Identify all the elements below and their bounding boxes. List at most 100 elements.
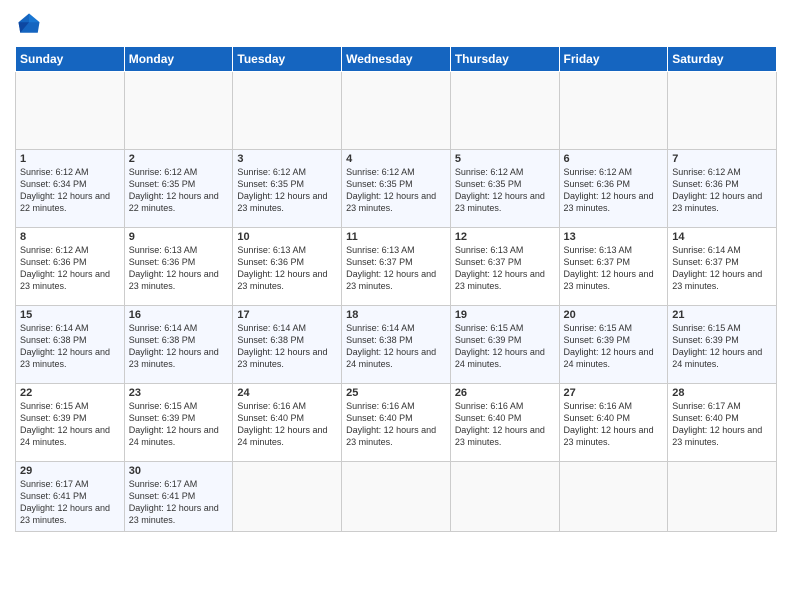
- day-number: 30: [129, 465, 229, 477]
- table-cell: [16, 72, 125, 150]
- col-thursday: Thursday: [450, 47, 559, 72]
- sunrise-text: Sunrise: 6:13 AM: [564, 245, 633, 255]
- daylight-text: Daylight: 12 hours and 23 minutes.: [20, 347, 110, 369]
- sunrise-text: Sunrise: 6:13 AM: [129, 245, 198, 255]
- day-number: 14: [672, 231, 772, 243]
- daylight-text: Daylight: 12 hours and 23 minutes.: [129, 503, 219, 525]
- day-number: 22: [20, 387, 120, 399]
- col-wednesday: Wednesday: [342, 47, 451, 72]
- sunset-text: Sunset: 6:40 PM: [346, 413, 413, 423]
- day-number: 25: [346, 387, 446, 399]
- table-cell: 14 Sunrise: 6:14 AM Sunset: 6:37 PM Dayl…: [668, 228, 777, 306]
- table-cell: [233, 462, 342, 532]
- sunrise-text: Sunrise: 6:12 AM: [672, 167, 741, 177]
- daylight-text: Daylight: 12 hours and 23 minutes.: [346, 191, 436, 213]
- daylight-text: Daylight: 12 hours and 23 minutes.: [455, 191, 545, 213]
- cell-info: Sunrise: 6:14 AM Sunset: 6:38 PM Dayligh…: [237, 322, 337, 371]
- cell-info: Sunrise: 6:12 AM Sunset: 6:35 PM Dayligh…: [455, 166, 555, 215]
- day-number: 2: [129, 153, 229, 165]
- table-cell: 28 Sunrise: 6:17 AM Sunset: 6:40 PM Dayl…: [668, 384, 777, 462]
- table-cell: 18 Sunrise: 6:14 AM Sunset: 6:38 PM Dayl…: [342, 306, 451, 384]
- daylight-text: Daylight: 12 hours and 23 minutes.: [672, 191, 762, 213]
- table-cell: [668, 72, 777, 150]
- sunrise-text: Sunrise: 6:16 AM: [564, 401, 633, 411]
- daylight-text: Daylight: 12 hours and 23 minutes.: [672, 425, 762, 447]
- table-cell: 6 Sunrise: 6:12 AM Sunset: 6:36 PM Dayli…: [559, 150, 668, 228]
- sunrise-text: Sunrise: 6:15 AM: [129, 401, 198, 411]
- sunrise-text: Sunrise: 6:15 AM: [672, 323, 741, 333]
- table-cell: 19 Sunrise: 6:15 AM Sunset: 6:39 PM Dayl…: [450, 306, 559, 384]
- cell-info: Sunrise: 6:12 AM Sunset: 6:35 PM Dayligh…: [129, 166, 229, 215]
- cell-info: Sunrise: 6:13 AM Sunset: 6:37 PM Dayligh…: [564, 244, 664, 293]
- logo: [15, 10, 47, 38]
- sunset-text: Sunset: 6:37 PM: [564, 257, 631, 267]
- table-cell: 12 Sunrise: 6:13 AM Sunset: 6:37 PM Dayl…: [450, 228, 559, 306]
- cell-info: Sunrise: 6:12 AM Sunset: 6:36 PM Dayligh…: [672, 166, 772, 215]
- table-cell: 30 Sunrise: 6:17 AM Sunset: 6:41 PM Dayl…: [124, 462, 233, 532]
- table-cell: [668, 462, 777, 532]
- daylight-text: Daylight: 12 hours and 24 minutes.: [237, 425, 327, 447]
- sunset-text: Sunset: 6:36 PM: [672, 179, 739, 189]
- sunset-text: Sunset: 6:38 PM: [346, 335, 413, 345]
- sunrise-text: Sunrise: 6:14 AM: [346, 323, 415, 333]
- daylight-text: Daylight: 12 hours and 24 minutes.: [129, 425, 219, 447]
- cell-info: Sunrise: 6:13 AM Sunset: 6:37 PM Dayligh…: [455, 244, 555, 293]
- col-sunday: Sunday: [16, 47, 125, 72]
- cell-info: Sunrise: 6:17 AM Sunset: 6:41 PM Dayligh…: [129, 478, 229, 527]
- table-cell: [124, 72, 233, 150]
- cell-info: Sunrise: 6:17 AM Sunset: 6:40 PM Dayligh…: [672, 400, 772, 449]
- day-number: 13: [564, 231, 664, 243]
- sunrise-text: Sunrise: 6:12 AM: [346, 167, 415, 177]
- cell-info: Sunrise: 6:12 AM Sunset: 6:35 PM Dayligh…: [237, 166, 337, 215]
- day-number: 27: [564, 387, 664, 399]
- daylight-text: Daylight: 12 hours and 23 minutes.: [129, 269, 219, 291]
- table-cell: 25 Sunrise: 6:16 AM Sunset: 6:40 PM Dayl…: [342, 384, 451, 462]
- cell-info: Sunrise: 6:16 AM Sunset: 6:40 PM Dayligh…: [237, 400, 337, 449]
- table-cell: 7 Sunrise: 6:12 AM Sunset: 6:36 PM Dayli…: [668, 150, 777, 228]
- table-cell: 20 Sunrise: 6:15 AM Sunset: 6:39 PM Dayl…: [559, 306, 668, 384]
- cell-info: Sunrise: 6:12 AM Sunset: 6:35 PM Dayligh…: [346, 166, 446, 215]
- sunset-text: Sunset: 6:35 PM: [455, 179, 522, 189]
- daylight-text: Daylight: 12 hours and 24 minutes.: [346, 347, 436, 369]
- col-monday: Monday: [124, 47, 233, 72]
- table-cell: 4 Sunrise: 6:12 AM Sunset: 6:35 PM Dayli…: [342, 150, 451, 228]
- sunrise-text: Sunrise: 6:14 AM: [20, 323, 89, 333]
- sunset-text: Sunset: 6:41 PM: [129, 491, 196, 501]
- daylight-text: Daylight: 12 hours and 24 minutes.: [672, 347, 762, 369]
- sunrise-text: Sunrise: 6:12 AM: [237, 167, 306, 177]
- daylight-text: Daylight: 12 hours and 23 minutes.: [564, 269, 654, 291]
- cell-info: Sunrise: 6:15 AM Sunset: 6:39 PM Dayligh…: [129, 400, 229, 449]
- sunset-text: Sunset: 6:35 PM: [129, 179, 196, 189]
- day-number: 3: [237, 153, 337, 165]
- sunset-text: Sunset: 6:40 PM: [672, 413, 739, 423]
- cell-info: Sunrise: 6:13 AM Sunset: 6:36 PM Dayligh…: [237, 244, 337, 293]
- sunrise-text: Sunrise: 6:17 AM: [129, 479, 198, 489]
- sunrise-text: Sunrise: 6:16 AM: [237, 401, 306, 411]
- sunset-text: Sunset: 6:39 PM: [129, 413, 196, 423]
- cell-info: Sunrise: 6:15 AM Sunset: 6:39 PM Dayligh…: [20, 400, 120, 449]
- table-cell: 5 Sunrise: 6:12 AM Sunset: 6:35 PM Dayli…: [450, 150, 559, 228]
- daylight-text: Daylight: 12 hours and 23 minutes.: [564, 425, 654, 447]
- daylight-text: Daylight: 12 hours and 23 minutes.: [346, 269, 436, 291]
- daylight-text: Daylight: 12 hours and 23 minutes.: [237, 269, 327, 291]
- header: [15, 10, 777, 38]
- table-cell: [233, 72, 342, 150]
- table-cell: 16 Sunrise: 6:14 AM Sunset: 6:38 PM Dayl…: [124, 306, 233, 384]
- sunset-text: Sunset: 6:39 PM: [455, 335, 522, 345]
- day-number: 7: [672, 153, 772, 165]
- day-number: 18: [346, 309, 446, 321]
- calendar-header-row: Sunday Monday Tuesday Wednesday Thursday…: [16, 47, 777, 72]
- daylight-text: Daylight: 12 hours and 23 minutes.: [564, 191, 654, 213]
- cell-info: Sunrise: 6:14 AM Sunset: 6:38 PM Dayligh…: [346, 322, 446, 371]
- sunrise-text: Sunrise: 6:14 AM: [672, 245, 741, 255]
- sunrise-text: Sunrise: 6:17 AM: [20, 479, 89, 489]
- day-number: 28: [672, 387, 772, 399]
- day-number: 26: [455, 387, 555, 399]
- col-tuesday: Tuesday: [233, 47, 342, 72]
- daylight-text: Daylight: 12 hours and 22 minutes.: [20, 191, 110, 213]
- sunrise-text: Sunrise: 6:14 AM: [237, 323, 306, 333]
- day-number: 9: [129, 231, 229, 243]
- sunset-text: Sunset: 6:34 PM: [20, 179, 87, 189]
- sunrise-text: Sunrise: 6:13 AM: [455, 245, 524, 255]
- sunrise-text: Sunrise: 6:17 AM: [672, 401, 741, 411]
